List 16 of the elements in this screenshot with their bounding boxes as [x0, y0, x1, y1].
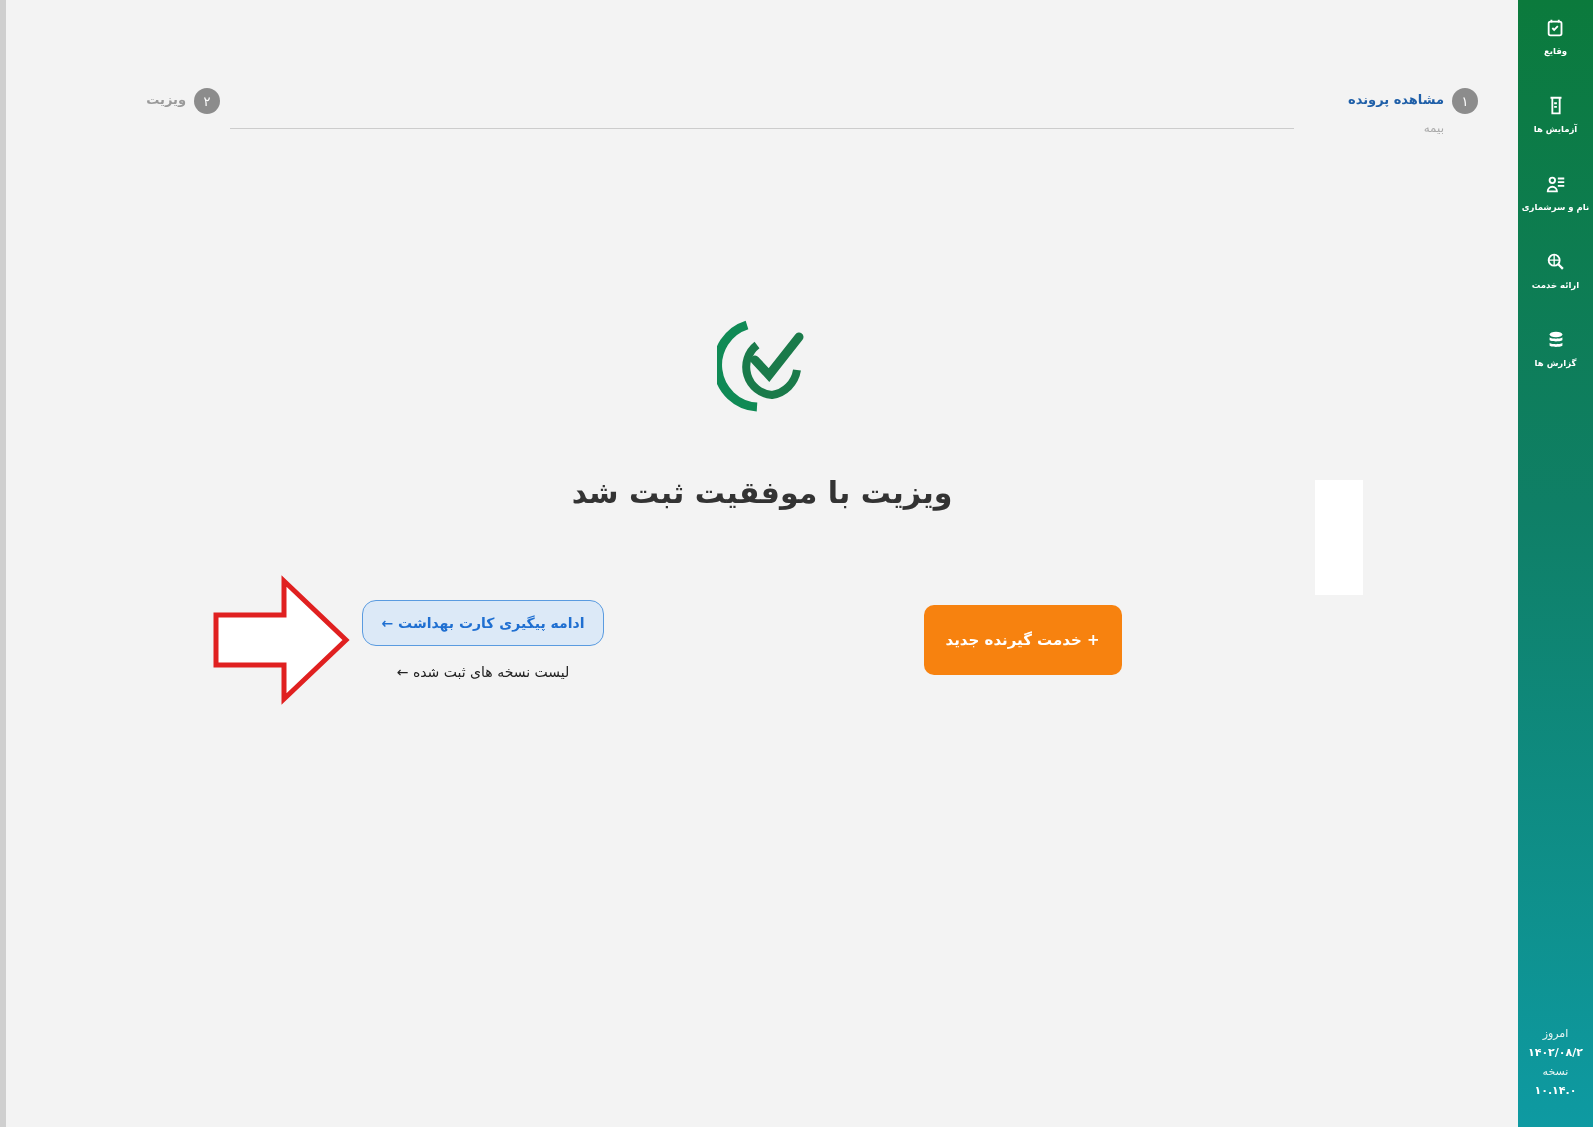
nav-label[interactable]: آزمایش ها [1533, 124, 1578, 134]
nav-label[interactable]: نام و سرشماری [1521, 202, 1590, 212]
prescriptions-list-link[interactable]: لیست نسخه های ثبت شده ← [396, 664, 570, 680]
continue-button[interactable]: ادامه پیگیری کارت بهداشت ← [362, 600, 604, 646]
nav-label[interactable]: ارائه خدمت [1531, 280, 1580, 290]
today-date: ۱۴۰۲/۰۸/۲ [1527, 1046, 1583, 1059]
step-number: ۲ [194, 88, 220, 114]
version-label: نسخه [1542, 1065, 1569, 1078]
step-sublabel: بیمه [1422, 121, 1444, 135]
version-number: ۱۰.۱۴.۰ [1534, 1084, 1577, 1097]
step-number: ۱ [1452, 88, 1478, 114]
nav-label[interactable]: گزارش ها [1534, 358, 1577, 368]
today-label: امروز [1542, 1027, 1569, 1040]
step-label[interactable]: مشاهده پرونده [1304, 92, 1444, 107]
nav-label[interactable]: وقایع [1543, 46, 1567, 56]
success-title: ویزیت با موفقیت ثبت شد [571, 475, 953, 510]
